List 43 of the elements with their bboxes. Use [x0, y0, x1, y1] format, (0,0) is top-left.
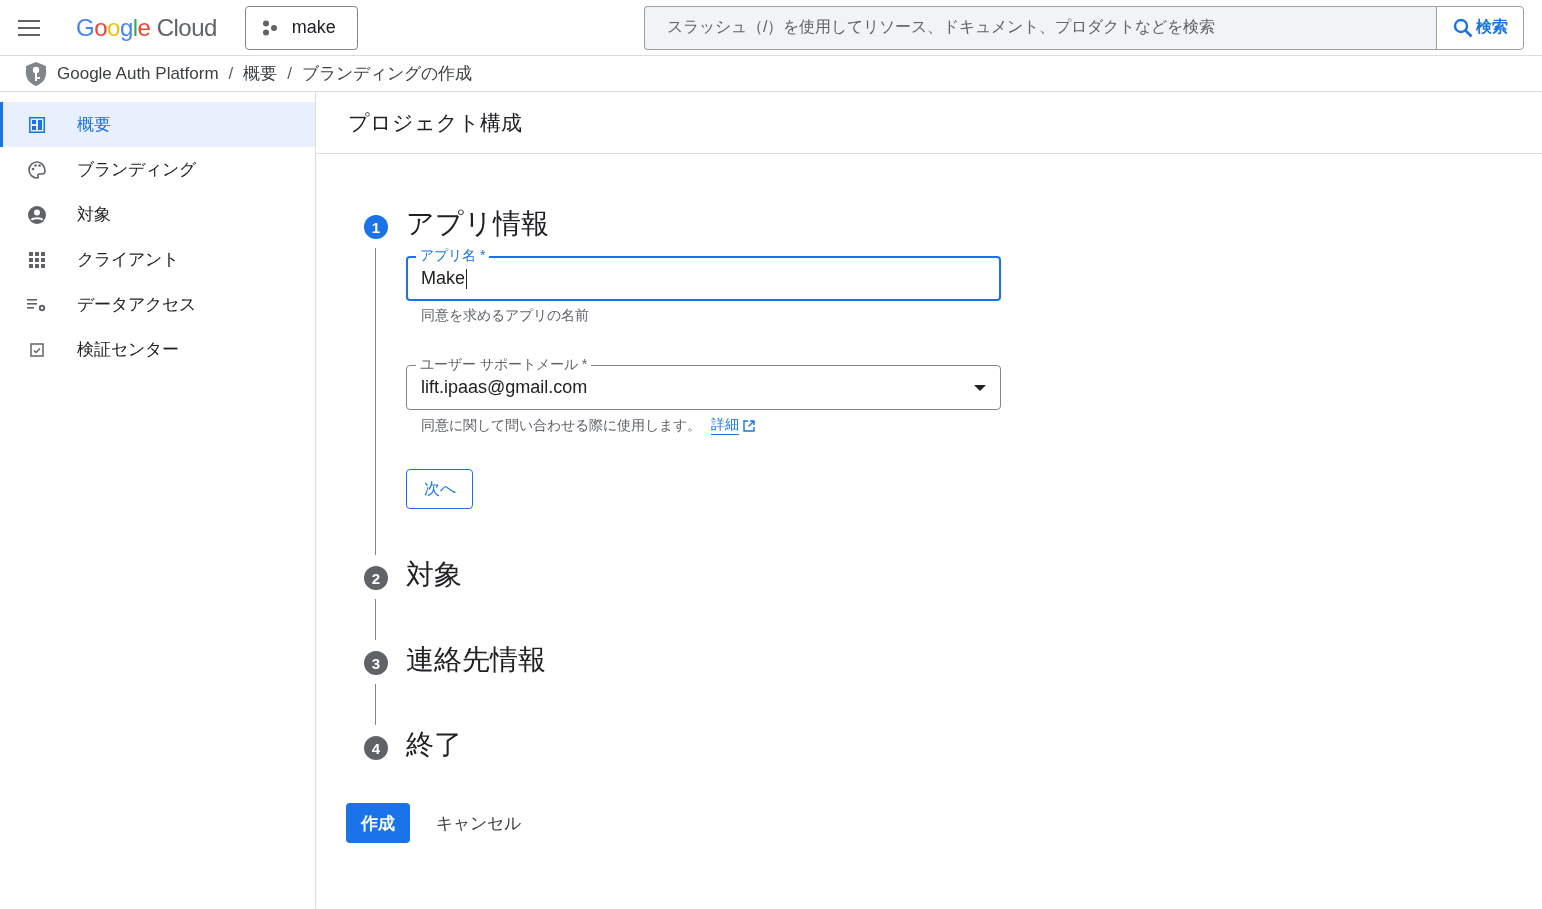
details-link[interactable]: 詳細 [711, 416, 739, 435]
caret-icon [974, 384, 986, 391]
next-button[interactable]: 次へ [406, 469, 473, 509]
step-number: 2 [364, 566, 388, 590]
shield-key-icon [25, 60, 47, 87]
field-hint: 同意を求めるアプリの名前 [420, 306, 590, 325]
step-number: 4 [364, 736, 388, 760]
logo[interactable]: Google Cloud [76, 13, 217, 42]
account-icon [28, 205, 46, 224]
page-title: プロジェクト構成 [316, 92, 1542, 154]
sidebar-item[interactable]: クライアント [0, 237, 315, 282]
external-link-icon [743, 419, 755, 432]
breadcrumb-separator: / [228, 63, 234, 84]
step-number: 1 [364, 215, 388, 239]
email-dropdown[interactable]: ユーザー サポートメール * lift.ipaas@gmail.com [406, 355, 1001, 410]
breadcrumb-separator: / [287, 63, 293, 84]
checkbox-icon [30, 342, 44, 357]
search-icon [1452, 17, 1473, 38]
list-settings-icon [27, 296, 47, 313]
step-title: アプリ情報 [406, 207, 549, 241]
create-button[interactable]: 作成 [346, 803, 410, 843]
step-title: 連絡先情報 [406, 643, 546, 677]
app-name-field[interactable]: アプリ名 * Make [406, 246, 1001, 301]
sidebar-item[interactable]: 検証センター [0, 327, 315, 372]
palette-icon [27, 159, 47, 180]
sidebar-item[interactable]: 対象 [0, 192, 315, 237]
breadcrumb-link[interactable]: ブランディングの作成 [302, 62, 473, 85]
search-button[interactable]: 検索 [1436, 5, 1524, 50]
breadcrumb-link[interactable]: 概要 [243, 62, 278, 85]
sidebar-item[interactable]: データアクセス [0, 282, 315, 327]
search-field[interactable]: スラッシュ（/）を使用してリソース、ドキュメント、プロダクトなどを検索 [644, 5, 1436, 50]
breadcrumb-link[interactable]: Google Auth Platform [57, 63, 219, 84]
sidebar-item[interactable]: 概要 [0, 102, 315, 147]
grid-icon [29, 251, 45, 268]
sidebar-item[interactable]: ブランディング [0, 147, 315, 192]
nodes-icon [261, 19, 278, 36]
step-title: 終了 [406, 728, 462, 762]
field-hint: 同意に関して問い合わせる際に使用します。 [421, 416, 701, 435]
cancel-button[interactable]: キャンセル [422, 803, 535, 843]
step-title: 対象 [406, 558, 462, 592]
step-number: 3 [364, 651, 388, 675]
project-picker[interactable]: make [244, 5, 358, 50]
dashboard-icon [29, 116, 45, 133]
